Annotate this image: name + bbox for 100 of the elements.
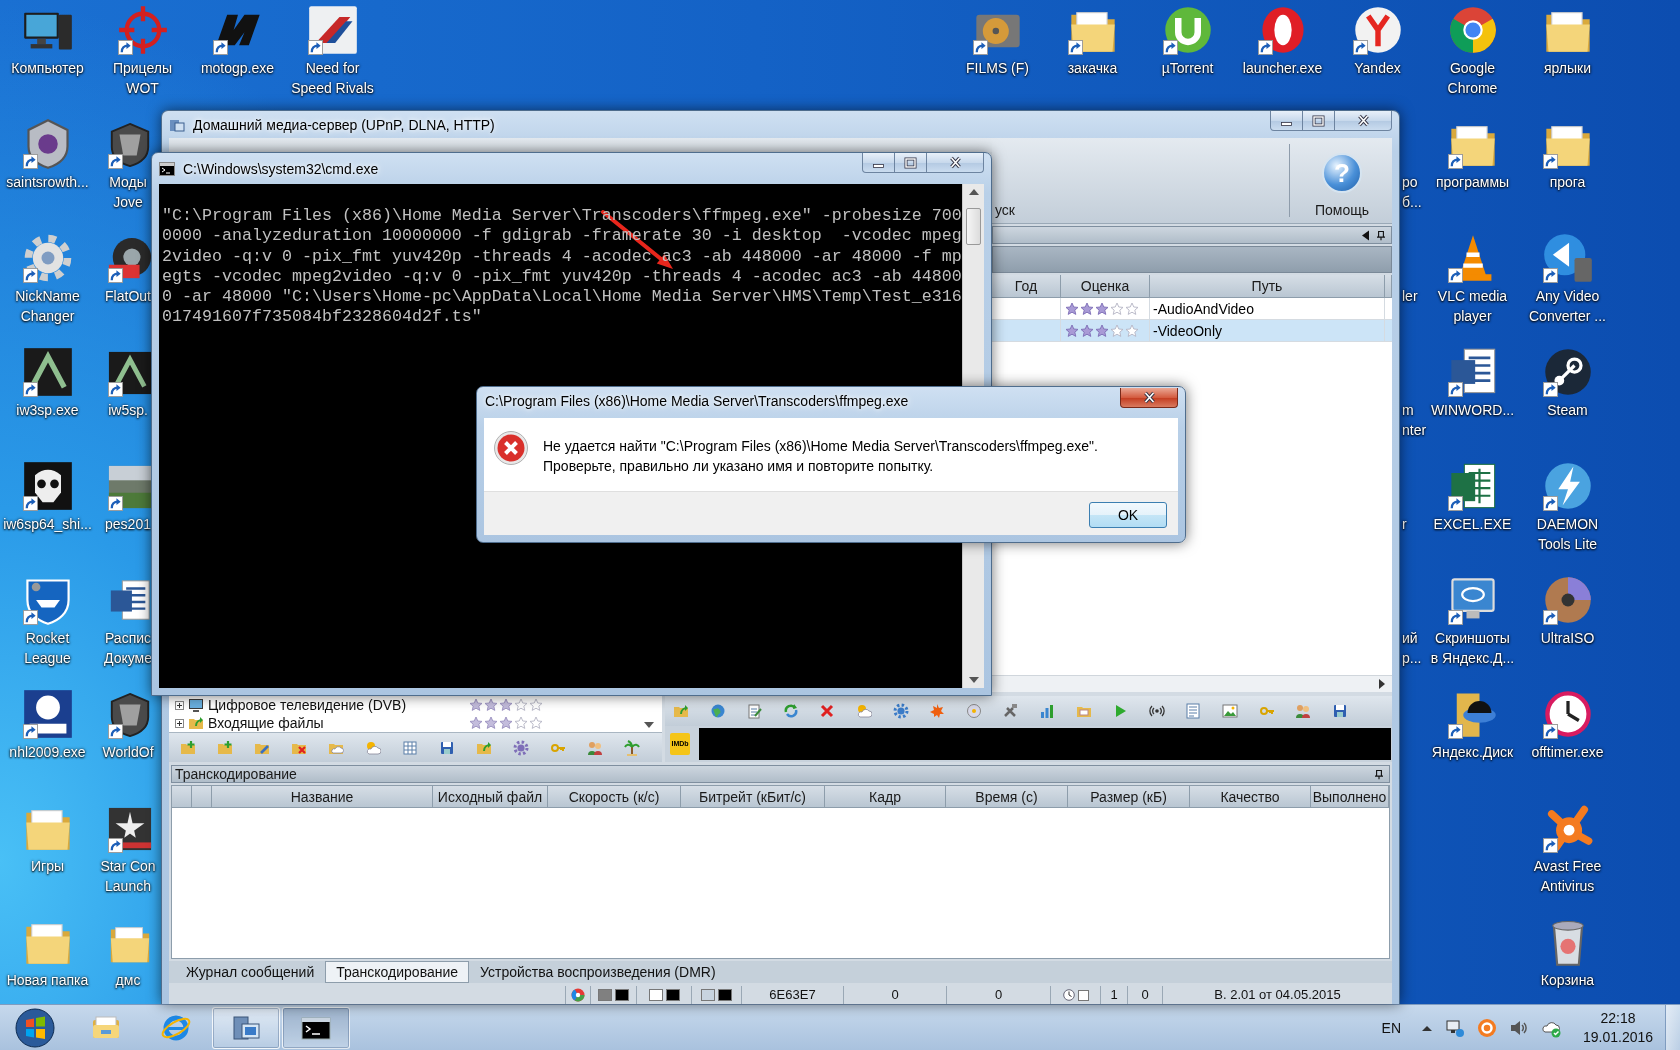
color-swatch[interactable]	[701, 989, 715, 1001]
desktop-icon-label[interactable]: saintsrowth...	[6, 172, 89, 192]
desktop-icon-label[interactable]: прога	[1549, 172, 1586, 192]
checkbox[interactable]	[1077, 989, 1089, 1001]
scroll-down-icon[interactable]	[968, 677, 979, 683]
desktop-icon-label[interactable]: offtimer.exe	[1531, 742, 1604, 762]
table-row[interactable]: -VideoOnly	[992, 320, 1392, 342]
desktop-icon-label[interactable]: Steam	[1547, 400, 1588, 420]
scroll-down-icon[interactable]	[644, 722, 654, 728]
palm-tree-icon[interactable]	[624, 739, 640, 756]
racing-logo-icon[interactable]	[306, 4, 359, 56]
desktop-icon-label[interactable]: Прицелы WOT	[112, 58, 173, 98]
desktop-icon-label[interactable]: DAEMON Tools Lite	[1536, 514, 1599, 554]
maximize-button[interactable]	[894, 153, 927, 173]
pin-icon[interactable]	[1377, 229, 1385, 241]
people-icon[interactable]	[587, 739, 603, 756]
scroll-right-icon[interactable]	[1379, 679, 1385, 689]
desktop-icon-label[interactable]: r	[1402, 514, 1407, 534]
desktop-icon-label[interactable]: µTorrent	[1161, 58, 1214, 78]
broadcast-icon[interactable]	[1148, 703, 1165, 719]
gear-icon[interactable]	[513, 739, 529, 756]
color-swatch[interactable]	[665, 989, 680, 1001]
skull-icon[interactable]	[21, 460, 74, 512]
network-icon[interactable]	[1445, 1017, 1465, 1038]
tools-icon[interactable]	[1002, 703, 1019, 719]
desktop-icon-label[interactable]: Моды Jove	[109, 172, 147, 212]
tab[interactable]: Устройства воспроизведения (DMR)	[469, 961, 727, 983]
color-swatch[interactable]	[598, 989, 612, 1001]
color-swatch[interactable]	[718, 989, 732, 1001]
desktop-icon-label[interactable]: WINWORD...	[1430, 400, 1515, 420]
minimize-button[interactable]	[862, 153, 895, 173]
horizontal-scrollbar[interactable]	[992, 675, 1392, 692]
delete-icon[interactable]	[819, 703, 836, 719]
gear-icon[interactable]	[892, 703, 909, 719]
column-header[interactable]: Название	[212, 786, 433, 808]
column-header[interactable]: Кадр	[825, 786, 946, 808]
logo-tile-icon[interactable]	[21, 688, 74, 740]
desktop-icon-label[interactable]: закачка	[1067, 58, 1118, 78]
column-header[interactable]: Исходный файл	[433, 786, 548, 808]
grid-icon[interactable]	[402, 739, 418, 756]
column-header[interactable]: Год	[992, 275, 1061, 298]
desktop-icon-label[interactable]: программы	[1435, 172, 1510, 192]
desktop-icon-label[interactable]: Корзина	[1540, 970, 1595, 990]
close-button[interactable]	[1334, 111, 1392, 131]
column-header[interactable]: Время (с)	[946, 786, 1068, 808]
tree-item-label[interactable]: Цифровое телевидение (DVB)	[208, 696, 407, 714]
desktop-icon-label[interactable]: FlatOut	[105, 286, 151, 306]
star-rating[interactable]	[1065, 301, 1139, 316]
column-header[interactable]: Выполнено	[1311, 786, 1389, 808]
tab[interactable]: Журнал сообщений	[175, 961, 326, 983]
expand-icon[interactable]	[175, 700, 184, 710]
scroll-up-icon[interactable]	[968, 189, 979, 195]
crosshair-icon[interactable]	[116, 4, 169, 56]
converter-icon[interactable]	[1541, 232, 1594, 284]
desktop-icon-label[interactable]: Скриншоты в Яндекс.Д...	[1430, 628, 1515, 668]
desktop-icon-label[interactable]: motogp.exe	[200, 58, 275, 78]
help-button[interactable]: ? Помощь	[1292, 138, 1392, 223]
desktop-icon-label[interactable]: VLC media player	[1437, 286, 1508, 326]
taskbar-button[interactable]	[282, 1006, 350, 1049]
minimize-button[interactable]	[1270, 111, 1303, 131]
column-header[interactable]: Битрейт (кБит/с)	[681, 786, 825, 808]
close-button[interactable]	[1120, 388, 1178, 408]
bar-chart-icon[interactable]	[1038, 703, 1055, 719]
folder-arrow-icon[interactable]	[673, 703, 689, 719]
desktop-icon-label[interactable]: Yandex	[1354, 58, 1401, 78]
desktop-icon-label[interactable]: ий р...	[1402, 628, 1422, 668]
column-header[interactable]: Размер (кБ)	[1068, 786, 1190, 808]
ok-button[interactable]: OK	[1089, 502, 1167, 528]
desktop-icon-label[interactable]: ро б...	[1402, 172, 1422, 212]
picture-icon[interactable]	[1221, 703, 1238, 719]
desktop-icon-label[interactable]: Need for Speed Rivals	[291, 58, 374, 98]
toolbar-button-label[interactable]: уск	[995, 201, 1015, 219]
desktop-icon-label[interactable]: m nter	[1402, 400, 1427, 440]
cloud-sun-icon[interactable]	[855, 703, 872, 719]
column-header[interactable]: Скорость (к/с)	[548, 786, 681, 808]
globe-icon[interactable]	[709, 703, 726, 719]
desktop-icon-label[interactable]: Google Chrome	[1447, 58, 1498, 98]
folder-plus-icon[interactable]	[180, 739, 196, 756]
cloud-sun-icon[interactable]	[365, 739, 381, 756]
pin-icon[interactable]	[1375, 768, 1383, 780]
people-icon[interactable]	[1295, 703, 1312, 719]
folder-plus-icon[interactable]	[217, 739, 233, 756]
language-indicator[interactable]: EN	[1381, 1019, 1401, 1036]
desktop-icon-label[interactable]: launcher.exe	[1242, 58, 1323, 78]
up-arrow-icon[interactable]	[1421, 1023, 1433, 1032]
column-header[interactable]: Качество	[1190, 786, 1311, 808]
tab[interactable]: Транскодирование	[325, 961, 470, 983]
maximize-button[interactable]	[1302, 111, 1335, 131]
expand-icon[interactable]	[175, 718, 184, 728]
recycle-icon[interactable]	[782, 703, 799, 719]
desktop-icon-label[interactable]: NickName Changer	[15, 286, 80, 326]
color-swatch[interactable]	[648, 989, 663, 1001]
clock-button[interactable]: 22:18 19.01.2016	[1577, 1006, 1659, 1049]
desktop-icon-label[interactable]: Any Video Converter ...	[1529, 286, 1606, 326]
notepad-icon[interactable]	[746, 703, 763, 719]
column-header[interactable]: Оценка	[1061, 275, 1150, 298]
tree-item-label[interactable]: Входящие файлы	[208, 714, 324, 732]
desktop-icon-label[interactable]: ярлыки	[1543, 58, 1592, 78]
desktop-icon-label[interactable]: Avast Free Antivirus	[1533, 856, 1602, 896]
color-wheel-icon[interactable]	[571, 988, 585, 1002]
